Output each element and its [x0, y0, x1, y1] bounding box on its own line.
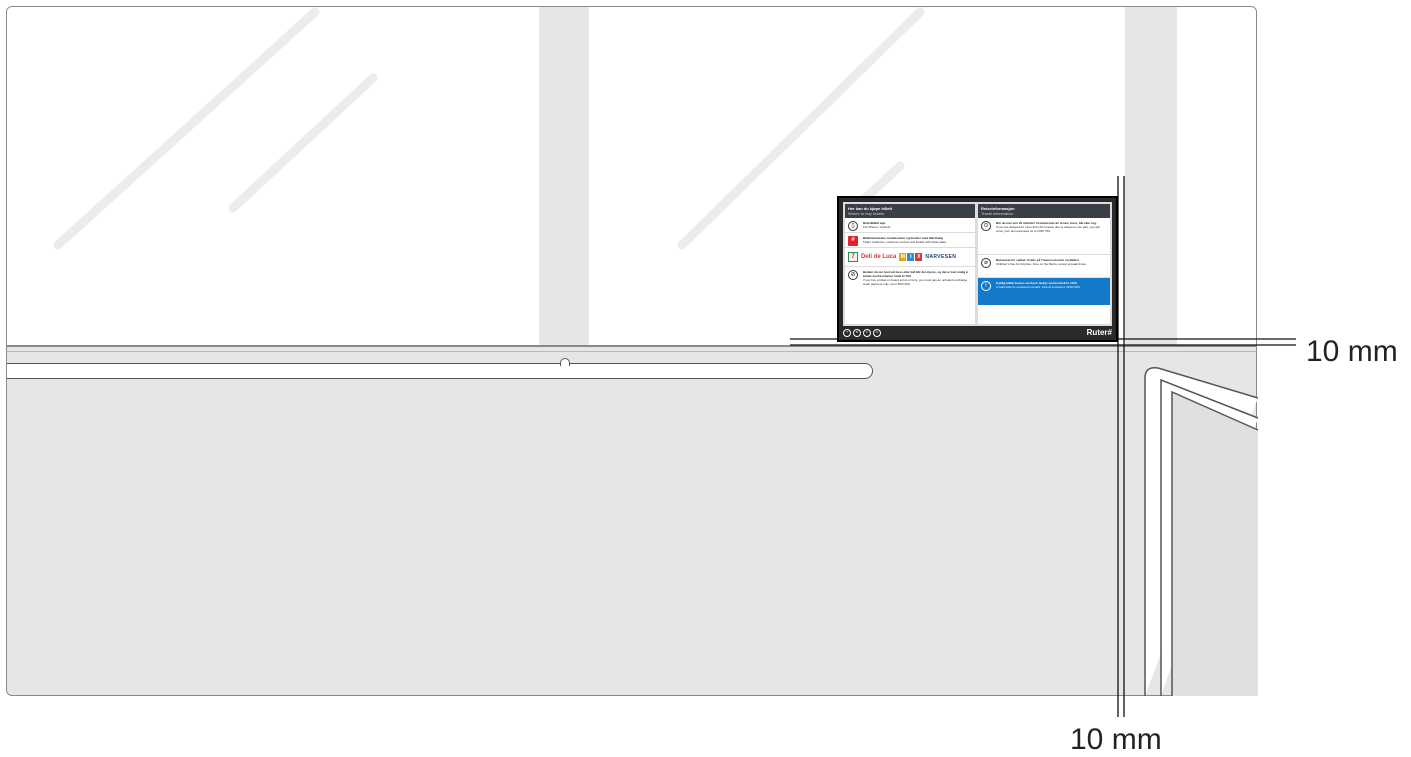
- machines-row: # Billettautomater, kundesenter og kiosk…: [845, 233, 975, 248]
- retailer-logos: 7 Deli de Luca M I X NARVESEN: [845, 248, 975, 267]
- door-frame: [1144, 366, 1259, 696]
- ferry-icon: F: [863, 328, 871, 337]
- mix-logo: M I X: [899, 253, 923, 261]
- deli-de-luca-logo: Deli de Luca: [861, 254, 897, 260]
- drawing-lines: [53, 7, 1296, 717]
- taxi-icon: ⊙: [981, 221, 991, 231]
- travel-subtitle: Travel information: [981, 211, 1013, 216]
- mix-letter-x: X: [915, 253, 923, 261]
- ruter-logo: Ruter#: [1086, 328, 1112, 337]
- travel-heading: Reiseinformasjon Travel information: [978, 204, 1110, 218]
- narvesen-logo: NARVESEN: [925, 254, 957, 260]
- onboard-subtitle: If you buy a ticket on board a bus or fe…: [863, 278, 968, 286]
- vertical-dimension-label: 10 mm: [1306, 335, 1398, 368]
- seven-eleven-logo: 7: [848, 252, 858, 262]
- poster-body: Her kan du kjøpe billett Where to buy ti…: [843, 202, 1112, 326]
- tickets-subtitle: Where to buy tickets: [848, 211, 885, 216]
- mix-letter-m: M: [899, 253, 907, 261]
- tickets-heading: Her kan du kjøpe billett Where to buy ti…: [845, 204, 975, 218]
- notice-subtitle: A valid ticket is required on board. Fin…: [996, 285, 1081, 289]
- delay-subtitle: If you are delayed for more than 20 minu…: [996, 225, 1100, 233]
- delay-row: ⊙ Blir du mer enn 20 minutter forsinket …: [978, 218, 1110, 255]
- no-cash-icon: ⊘: [848, 270, 858, 280]
- notice-row: ! Gyldig billett kreves om bord. Gebyr v…: [978, 278, 1110, 305]
- poster-column-tickets: Her kan du kjøpe billett Where to buy ti…: [845, 204, 975, 324]
- info-poster: Her kan du kjøpe billett Where to buy ti…: [837, 196, 1118, 342]
- bike-row: ⌀ Barnesete for sykkel: Gratis på T-bane…: [978, 255, 1110, 278]
- bicycle-icon: ⌀: [981, 258, 991, 268]
- onboard-row: ⊘ Betaler du om bord på buss eller båt b…: [845, 267, 975, 289]
- poster-footer: T B F S Ruter#: [843, 327, 1112, 338]
- exclamation-icon: !: [981, 281, 991, 291]
- machines-subtitle: Ticket machines, customer centres and ki…: [863, 240, 947, 244]
- mix-letter-i: I: [907, 253, 915, 261]
- app-row: ▯ RuterBillett app For iPhone / Android: [845, 218, 975, 233]
- tram-icon: S: [873, 328, 881, 337]
- bike-subtitle: Children's free for bicycles. Free on th…: [996, 262, 1087, 266]
- ruter-ticket-icon: #: [848, 236, 858, 246]
- metro-icon: T: [843, 328, 851, 337]
- phone-icon: ▯: [848, 221, 858, 231]
- horizontal-dimension-label: 10 mm: [1070, 723, 1162, 756]
- onboard-title: Betaler du om bord på buss eller båt bli…: [863, 270, 968, 278]
- bus-icon: B: [853, 328, 861, 337]
- transport-icons: T B F S: [843, 328, 881, 337]
- app-subtitle: For iPhone / Android: [863, 225, 891, 229]
- glass-reflections: [53, 7, 925, 250]
- poster-column-travel-info: Reiseinformasjon Travel information ⊙ Bl…: [978, 204, 1110, 324]
